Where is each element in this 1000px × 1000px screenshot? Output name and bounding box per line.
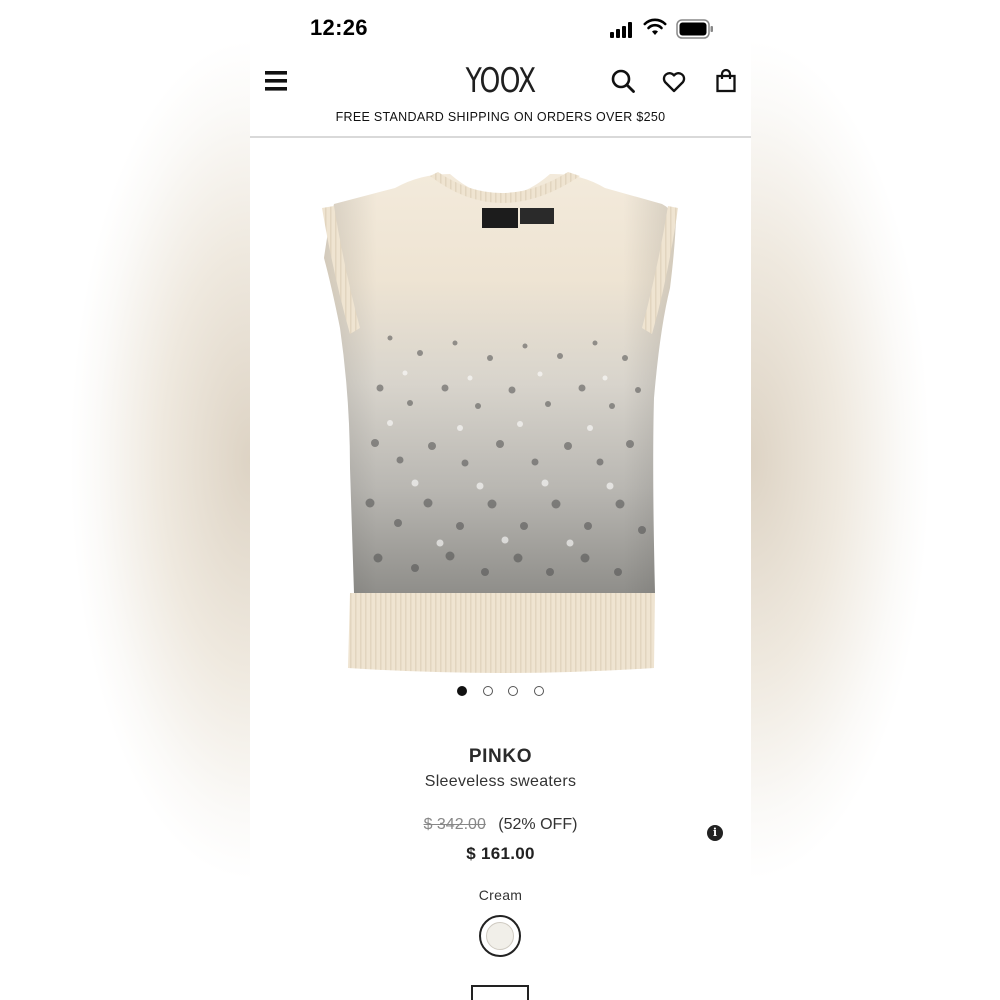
background-blur-left [0,0,250,1000]
product-brand[interactable]: PINKO [250,746,751,768]
carousel-dot-4[interactable] [534,686,544,696]
phone-screen: 12:26 YOOX FREE STANDARD SHIPPING ON ORD… [250,0,751,1000]
shopping-bag-icon[interactable] [713,68,739,94]
price-info-icon[interactable]: i [707,825,723,841]
size-selector-box[interactable] [471,985,529,1000]
image-carousel-dots [250,685,751,699]
heart-icon[interactable] [661,69,687,95]
wifi-icon [643,18,667,35]
app-header: YOOX [250,58,751,106]
discount-badge: (52% OFF) [498,816,578,833]
search-icon[interactable] [610,68,636,94]
product-category: Sleeveless sweaters [424,773,577,790]
hamburger-menu-icon[interactable] [264,69,288,93]
shipping-promo-banner[interactable]: FREE STANDARD SHIPPING ON ORDERS OVER $2… [250,110,751,124]
sequin-vest-illustration [322,172,678,673]
carousel-dot-1[interactable] [457,686,467,696]
status-bar: 12:26 [250,0,751,58]
product-image[interactable] [250,138,751,678]
cellular-signal-icon [610,22,632,38]
background-blur-right [750,0,1000,1000]
yoox-logo[interactable]: YOOX [305,58,696,104]
carousel-dot-3[interactable] [508,686,518,696]
sale-price: $ 161.00 [466,844,535,863]
color-swatch-cream[interactable] [479,915,521,957]
status-time: 12:26 [310,15,368,40]
color-swatch-fill [486,922,514,950]
color-label: Cream [478,887,523,903]
battery-icon [676,19,713,39]
price-row: $ 342.00 (52% OFF) [250,816,751,834]
carousel-dot-2[interactable] [483,686,493,696]
original-price: $ 342.00 [423,816,486,833]
